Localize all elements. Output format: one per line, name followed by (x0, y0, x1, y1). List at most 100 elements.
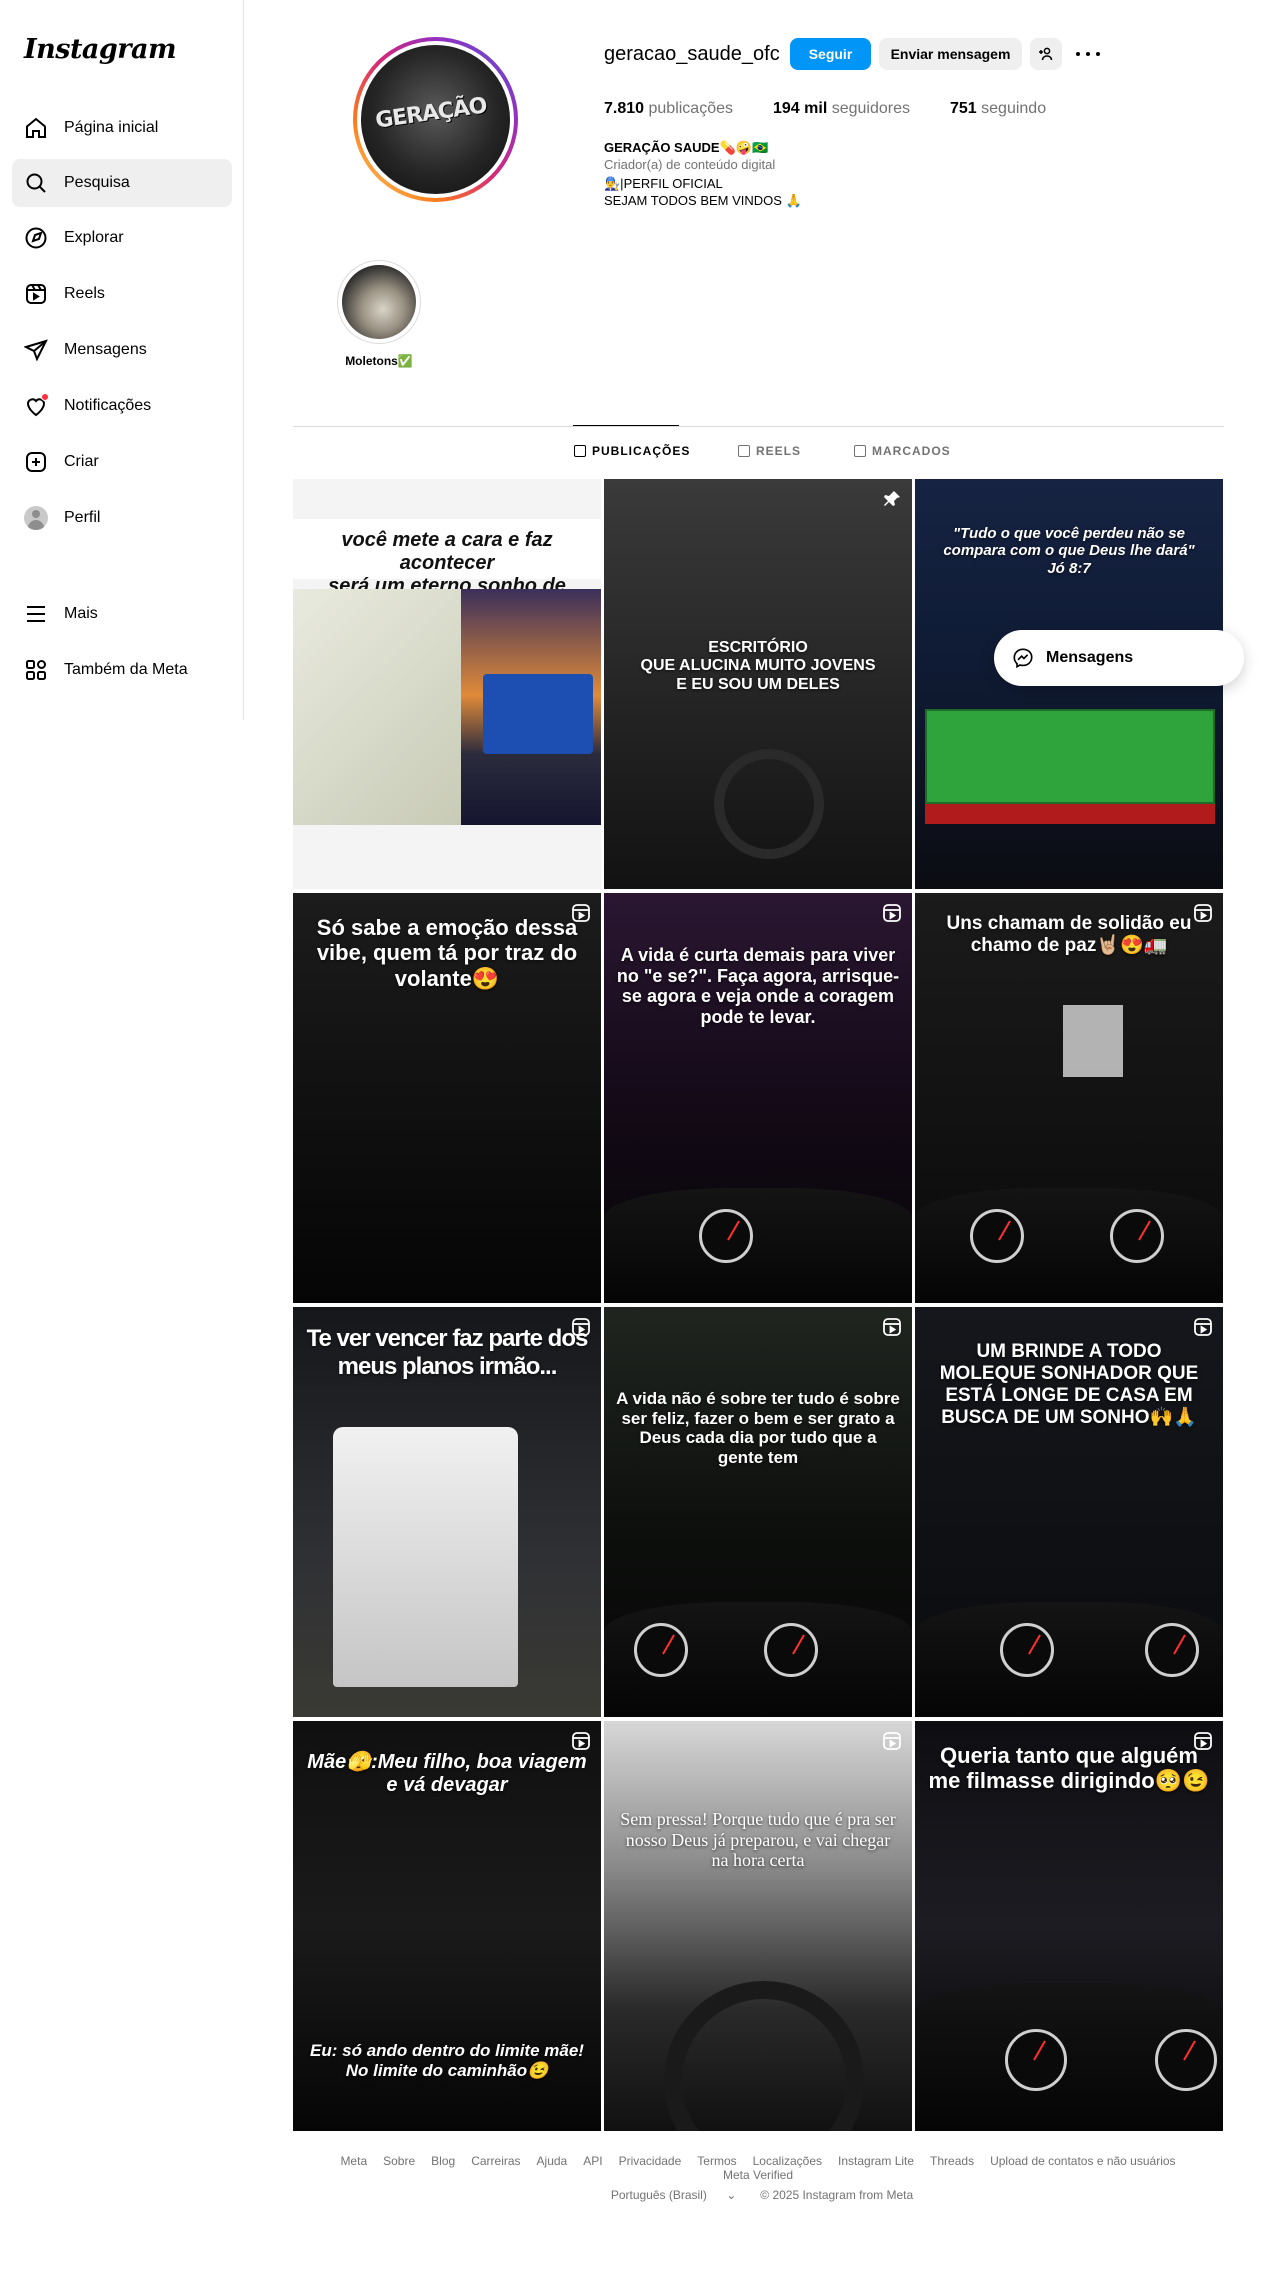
tab-reels[interactable]: REELS (738, 444, 801, 458)
add-person-icon (1039, 47, 1053, 61)
tab-posts[interactable]: PUBLICAÇÕES (574, 444, 690, 458)
post-caption: Mãe🫣:Meu filho, boa viagem e vá devagar (307, 1751, 587, 1796)
sidebar-item-messages[interactable]: Mensagens (12, 326, 232, 374)
sidebar-item-label: Também da Meta (64, 661, 188, 678)
reels-icon (738, 445, 750, 457)
following-count[interactable]: 751 seguindo (950, 100, 1046, 118)
grid-post[interactable]: A vida é curta demais para viver no "e s… (604, 893, 912, 1303)
sidebar-item-label: Mensagens (64, 341, 147, 358)
sidebar-item-explore[interactable]: Explorar (12, 214, 232, 262)
pin-icon (882, 489, 902, 509)
footer-link[interactable]: Carreiras (471, 2154, 520, 2168)
notification-dot (41, 393, 49, 401)
send-icon (24, 338, 48, 362)
grid-post[interactable]: A vida não é sobre ter tudo é sobre ser … (604, 1307, 912, 1717)
sidebar-item-label: Explorar (64, 229, 124, 246)
footer-link[interactable]: Localizações (753, 2154, 822, 2168)
post-caption: Queria tanto que alguém me filmasse diri… (928, 1743, 1210, 1794)
home-icon (24, 116, 48, 140)
post-caption: ESCRITÓRIO QUE ALUCINA MUITO JOVENS E EU… (640, 639, 876, 693)
profile-username: geracao_saude_ofc (604, 43, 780, 65)
post-caption: UM BRINDE A TODO MOLEQUE SONHADOR QUE ES… (939, 1341, 1199, 1428)
sidebar-item-notifications[interactable]: Notificações (12, 382, 232, 430)
active-tab-indicator (573, 425, 679, 426)
sidebar-item-search[interactable]: Pesquisa (12, 159, 232, 207)
grid-post[interactable]: UM BRINDE A TODO MOLEQUE SONHADOR QUE ES… (915, 1307, 1223, 1717)
sidebar-item-label: Perfil (64, 509, 101, 526)
footer-link[interactable]: Meta (340, 2154, 367, 2168)
sidebar-item-label: Reels (64, 285, 105, 302)
highlight-label: Moletons✅ (345, 354, 413, 368)
reel-icon (882, 903, 902, 923)
footer-link[interactable]: Privacidade (619, 2154, 682, 2168)
sidebar-item-label: Notificações (64, 397, 152, 414)
copyright: © 2025 Instagram from Meta (760, 2188, 914, 2202)
tagged-icon (854, 445, 866, 457)
messenger-icon (1013, 648, 1033, 669)
profile-stats: 7.810 publicações 194 mil seguidores 751… (604, 100, 1086, 118)
sidebar-item-reels[interactable]: Reels (12, 270, 232, 318)
bio-line: 👨‍🔧|PERFIL OFICIAL (604, 176, 723, 191)
footer-link[interactable]: Threads (930, 2154, 974, 2168)
footer-link[interactable]: Instagram Lite (838, 2154, 914, 2168)
reel-icon (1193, 903, 1213, 923)
heart-icon (24, 393, 49, 418)
story-highlight[interactable]: Moletons✅ (337, 260, 421, 368)
grid-post[interactable]: ESCRITÓRIO QUE ALUCINA MUITO JOVENS E EU… (604, 479, 912, 889)
sidebar-item-label: Criar (64, 453, 99, 470)
sidebar-item-label: Mais (64, 605, 98, 622)
avatar-icon (24, 506, 48, 530)
sidebar-item-label: Página inicial (64, 119, 159, 136)
tab-tagged[interactable]: MARCADOS (854, 444, 951, 458)
instagram-logo[interactable]: Instagram (24, 34, 177, 65)
grid-post[interactable]: Uns chamam de solidão eu chamo de paz🤘🏼😍… (915, 893, 1223, 1303)
footer-link[interactable]: Ajuda (537, 2154, 568, 2168)
post-caption: A vida não é sobre ter tudo é sobre ser … (616, 1389, 900, 1467)
posts-count[interactable]: 7.810 publicações (604, 100, 733, 118)
footer-links: Meta Sobre Blog Carreiras Ajuda API Priv… (293, 2154, 1223, 2182)
sidebar-item-home[interactable]: Página inicial (12, 104, 232, 152)
reel-icon (571, 1731, 591, 1751)
grid-post[interactable]: Sem pressa! Porque tudo que é pra ser no… (604, 1721, 912, 2131)
messages-floating-button[interactable]: Mensagens (994, 630, 1244, 686)
compass-icon (24, 226, 48, 250)
post-caption: Só sabe a emoção dessa vibe, quem tá por… (316, 915, 578, 991)
grid-post[interactable]: você mete a cara e faz acontecer será um… (293, 479, 601, 889)
reels-icon (24, 282, 48, 306)
profile-avatar[interactable]: GERAÇÃO (353, 37, 518, 202)
footer-link[interactable]: Upload de contatos e não usuários (990, 2154, 1175, 2168)
footer-link[interactable]: API (583, 2154, 602, 2168)
footer-link[interactable]: Blog (431, 2154, 455, 2168)
send-message-button[interactable]: Enviar mensagem (879, 38, 1022, 70)
highlight-cover (342, 265, 416, 339)
grid-post[interactable]: Te ver vencer faz parte dos meus planos … (293, 1307, 601, 1717)
language-selector[interactable]: Português (Brasil) ⌄ (603, 2188, 744, 2202)
footer-link[interactable]: Termos (697, 2154, 736, 2168)
grid-post[interactable]: Mãe🫣:Meu filho, boa viagem e vá devagar … (293, 1721, 601, 2131)
sidebar-item-profile[interactable]: Perfil (12, 494, 232, 542)
grid-post[interactable]: Só sabe a emoção dessa vibe, quem tá por… (293, 893, 601, 1303)
sidebar: Instagram Página inicial Pesquisa Explor… (0, 0, 244, 720)
followers-count[interactable]: 194 mil seguidores (773, 100, 910, 118)
grid-icon (574, 445, 586, 457)
footer-link[interactable]: Meta Verified (723, 2168, 793, 2182)
reel-icon (571, 903, 591, 923)
menu-icon (24, 602, 48, 626)
grid-post[interactable]: Queria tanto que alguém me filmasse diri… (915, 1721, 1223, 2131)
suggested-accounts-button[interactable] (1030, 38, 1062, 70)
sidebar-item-create[interactable]: Criar (12, 438, 232, 486)
follow-button[interactable]: Seguir (790, 38, 871, 70)
reel-icon (882, 1317, 902, 1337)
avatar-brand-text: GERAÇÃO (373, 93, 489, 134)
footer-link[interactable]: Sobre (383, 2154, 415, 2168)
reel-icon (571, 1317, 591, 1337)
chevron-down-icon: ⌄ (726, 2188, 737, 2202)
post-caption: Uns chamam de solidão eu chamo de paz🤘🏼😍… (946, 913, 1192, 956)
post-caption: A vida é curta demais para viver no "e s… (616, 945, 900, 1028)
bio-line: SEJAM TODOS BEM VINDOS 🙏 (604, 193, 802, 208)
reel-icon (1193, 1317, 1213, 1337)
sidebar-item-also-from-meta[interactable]: Também da Meta (12, 646, 232, 694)
search-icon (24, 171, 48, 195)
sidebar-item-more[interactable]: Mais (12, 590, 232, 638)
more-options-icon[interactable] (1076, 44, 1100, 64)
